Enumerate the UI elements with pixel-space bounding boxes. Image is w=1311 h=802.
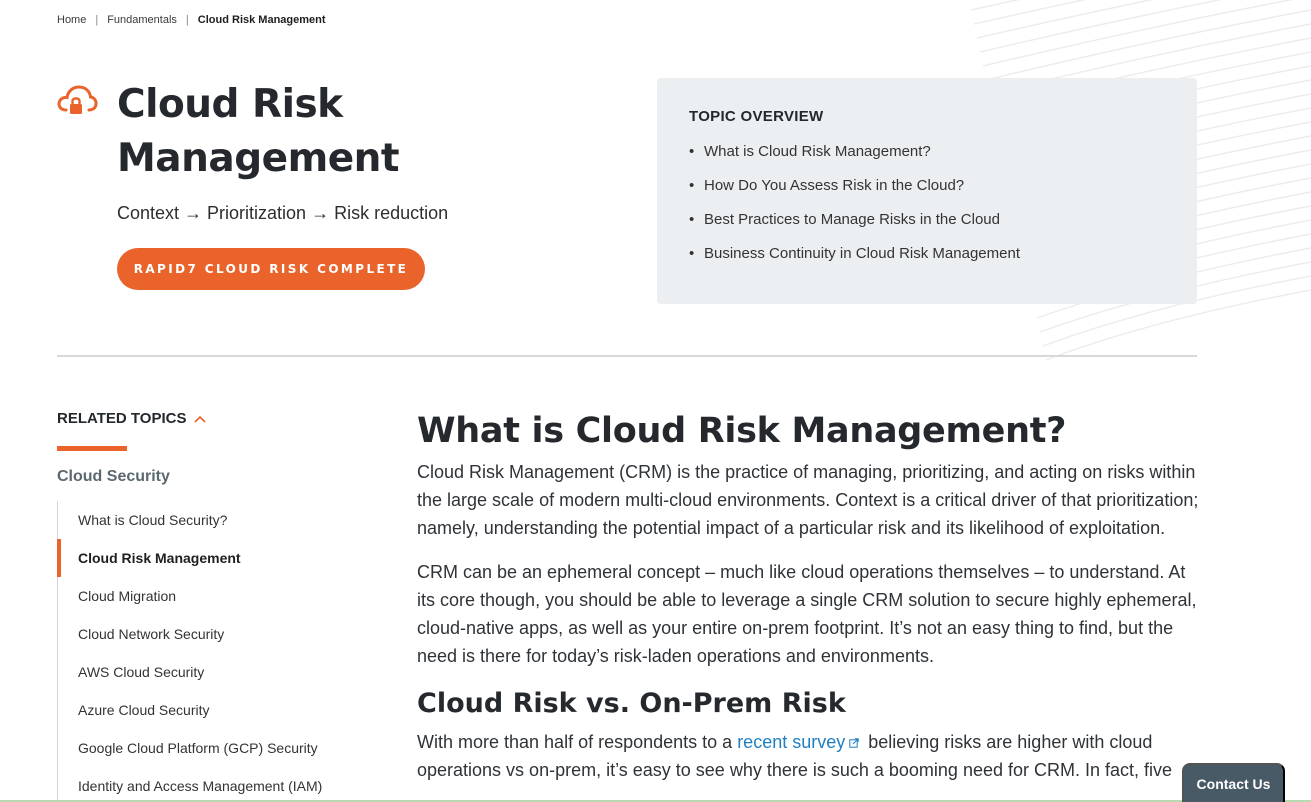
topic-overview-item: • Business Continuity in Cloud Risk Manag… — [689, 245, 1165, 279]
sidebar-item-gcp-security[interactable]: Google Cloud Platform (GCP) Security — [58, 729, 357, 767]
cloud-risk-complete-button[interactable]: RAPID7 CLOUD RISK COMPLETE — [117, 248, 425, 290]
bullet-icon: • — [689, 143, 695, 160]
breadcrumb-current: Cloud Risk Management — [197, 14, 326, 26]
paragraph-text: With more than half of respondents to a — [417, 732, 738, 752]
article-paragraph: Cloud Risk Management (CRM) is the pract… — [417, 462, 1199, 538]
breadcrumb-home-link[interactable]: Home — [57, 14, 86, 26]
page-subtitle: Context → Prioritization → Risk reductio… — [117, 203, 449, 223]
topic-link-assess-risk[interactable]: How Do You Assess Risk in the Cloud? — [704, 177, 964, 211]
breadcrumb-fundamentals-link[interactable]: Fundamentals — [107, 14, 177, 26]
breadcrumb: Home | Fundamentals | Cloud Risk Managem… — [57, 14, 326, 26]
sidebar-item-cloud-risk-management[interactable]: Cloud Risk Management — [57, 539, 357, 577]
sidebar-item-azure-cloud-security[interactable]: Azure Cloud Security — [58, 691, 357, 729]
topic-overview-item: • How Do You Assess Risk in the Cloud? — [689, 177, 1165, 211]
article-heading: What is Cloud Risk Management? — [417, 411, 1067, 451]
bullet-icon: • — [689, 177, 695, 194]
topic-link-what-is-crm[interactable]: What is Cloud Risk Management? — [704, 143, 931, 177]
related-topics-accent-bar — [57, 446, 127, 451]
related-topics-toggle[interactable]: RELATED TOPICS — [57, 410, 207, 427]
topic-link-best-practices[interactable]: Best Practices to Manage Risks in the Cl… — [704, 211, 1000, 245]
sidebar-item-iam[interactable]: Identity and Access Management (IAM) — [58, 767, 357, 802]
cloud-lock-icon — [57, 85, 98, 114]
related-topics-list: What is Cloud Security? Cloud Risk Manag… — [57, 501, 357, 802]
section-divider — [57, 355, 1197, 357]
bullet-icon: • — [689, 211, 695, 228]
topic-overview-item: • What is Cloud Risk Management? — [689, 143, 1165, 177]
sidebar-item-what-is-cloud-security[interactable]: What is Cloud Security? — [58, 501, 357, 539]
breadcrumb-separator: | — [185, 14, 189, 26]
external-link-icon — [849, 738, 859, 748]
topic-overview-list: • What is Cloud Risk Management? • How Do … — [689, 143, 1165, 279]
recent-survey-link[interactable]: recent survey — [737, 732, 845, 752]
article-body: What is Cloud Risk Management? Cloud Ris… — [417, 408, 1207, 800]
topic-overview-item: • Best Practices to Manage Risks in the C… — [689, 211, 1165, 245]
page-title: Cloud Risk Management — [117, 82, 400, 181]
sidebar-item-cloud-network-security[interactable]: Cloud Network Security — [58, 615, 357, 653]
article-subheading: Cloud Risk vs. On-Prem Risk — [417, 688, 846, 719]
chevron-up-icon — [194, 415, 207, 423]
breadcrumb-separator: | — [95, 14, 99, 26]
topic-overview-title: TOPIC OVERVIEW — [689, 108, 824, 125]
related-topics-heading: RELATED TOPICS — [57, 410, 187, 427]
bullet-icon: • — [689, 245, 695, 262]
topic-link-business-continuity[interactable]: Business Continuity in Cloud Risk Manage… — [704, 245, 1020, 279]
sidebar-item-aws-cloud-security[interactable]: AWS Cloud Security — [58, 653, 357, 691]
sidebar-item-cloud-migration[interactable]: Cloud Migration — [58, 577, 357, 615]
sidebar-category-cloud-security[interactable]: Cloud Security — [57, 468, 170, 486]
topic-overview-panel: TOPIC OVERVIEW • What is Cloud Risk Manag… — [657, 78, 1197, 304]
article-paragraph: CRM can be an ephemeral concept – much l… — [417, 562, 1197, 666]
article-paragraph: With more than half of respondents to a … — [417, 728, 1202, 784]
contact-us-button[interactable]: Contact Us — [1182, 763, 1285, 802]
